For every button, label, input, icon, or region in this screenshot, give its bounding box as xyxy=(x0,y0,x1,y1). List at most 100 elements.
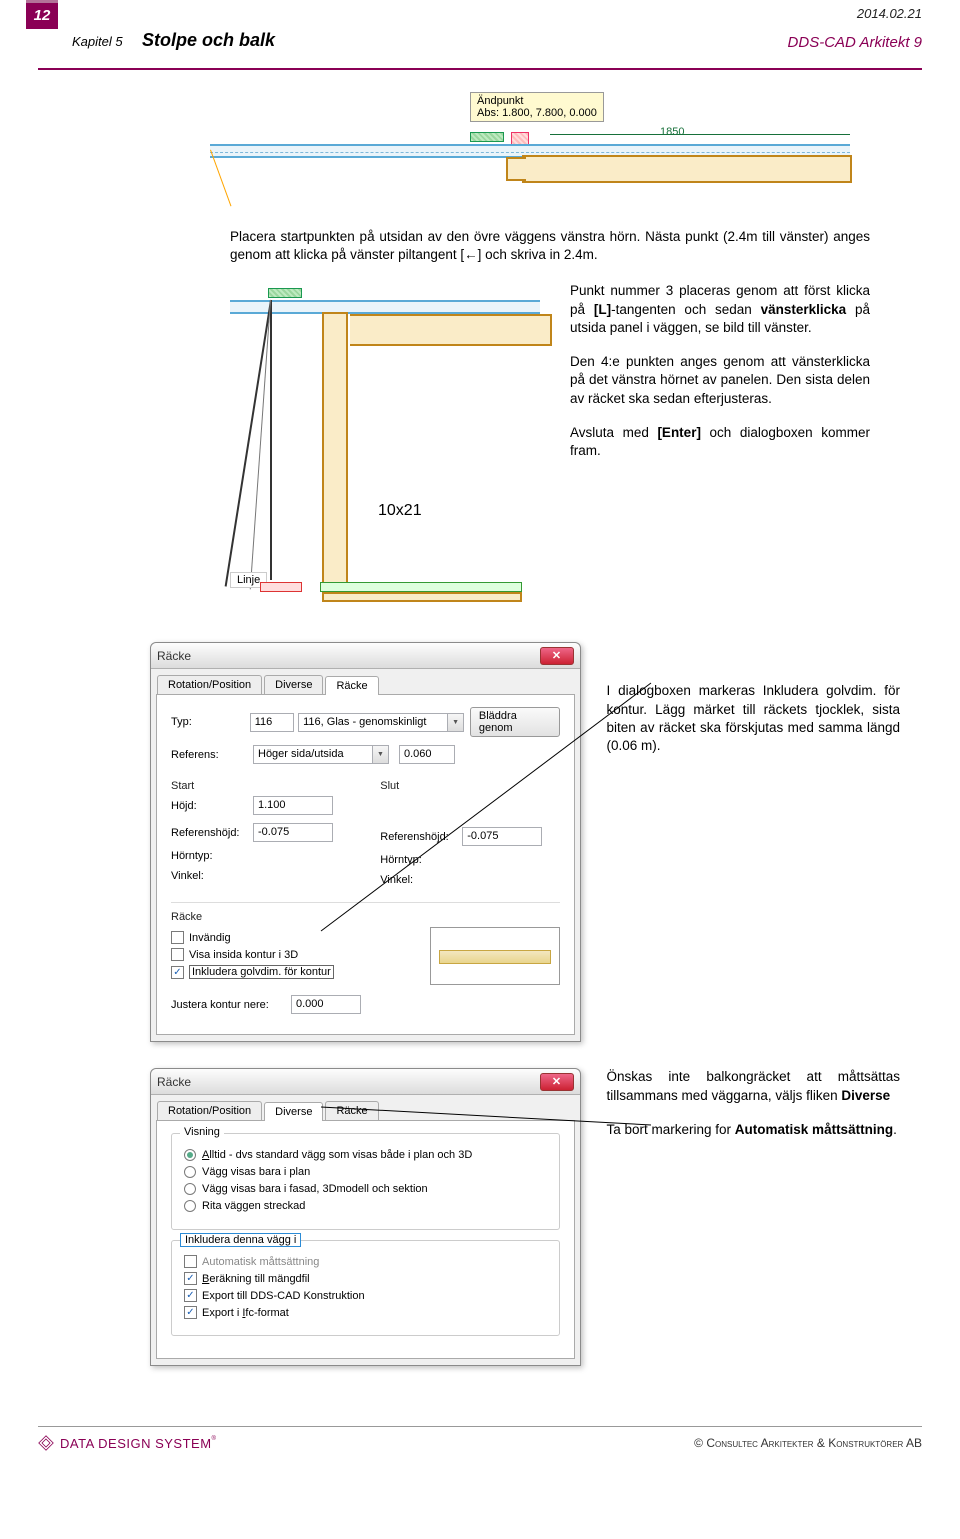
dimension-value: 1850 xyxy=(660,126,684,138)
right-p2: Den 4:e punkten anges genom att vänsterk… xyxy=(570,353,870,408)
typ-name-combo[interactable]: 116, Glas - genomskinligt ▼ xyxy=(298,713,464,732)
radio-streckad[interactable]: Rita väggen streckad xyxy=(184,1200,547,1212)
chk-inkludera-golvdim[interactable]: ✓ Inkludera golvdim. för kontur xyxy=(171,965,430,979)
diagonal-line-1 xyxy=(225,300,272,587)
chk-inkludera-label: Inkludera golvdim. för kontur xyxy=(189,965,334,979)
label-horntyp: Hörntyp: xyxy=(171,850,253,862)
checkbox-icon[interactable]: ✓ xyxy=(184,1272,197,1285)
group-inkludera-legend: Inkludera denna vägg i xyxy=(180,1233,301,1247)
refhojd2-field[interactable]: -0.075 xyxy=(462,827,542,846)
figure-2: 10x21 Linje xyxy=(230,282,540,602)
dim-line xyxy=(550,134,850,135)
group-visning-legend: Visning xyxy=(180,1126,224,1138)
group-visning: Visning AAlltid - dvs standard vägg som … xyxy=(171,1133,560,1230)
page-header: 12 Kapitel 5 Stolpe och balk 2014.02.21 … xyxy=(38,0,922,70)
browse-button[interactable]: Bläddra genom xyxy=(470,707,560,737)
checkbox-icon[interactable] xyxy=(184,1255,197,1268)
copyright: © Consultec Arkitekter & Konstruktörer A… xyxy=(694,1436,922,1450)
radio-alltid[interactable]: AAlltid - dvs standard vägg som visas bå… xyxy=(184,1149,547,1161)
label-referens: Referens: xyxy=(171,749,253,761)
dimension-label: 10x21 xyxy=(378,502,422,520)
radio-alltid-label: AAlltid - dvs standard vägg som visas bå… xyxy=(202,1149,472,1161)
dialog-racke-2: Räcke ✕ Rotation/Position Diverse Räcke … xyxy=(150,1068,581,1366)
label-vinkel: Vinkel: xyxy=(171,870,253,882)
radio-fasad[interactable]: Vägg visas bara i fasad, 3Dmodell och se… xyxy=(184,1183,547,1195)
typ-id-field[interactable]: 116 xyxy=(250,713,295,732)
dialog-racke-1: Räcke ✕ Rotation/Position Diverse Räcke … xyxy=(150,642,581,1042)
chk-export-ifc[interactable]: ✓Export i Ifc-format xyxy=(184,1306,547,1319)
label-refhojd: Referenshöjd: xyxy=(171,827,253,839)
flag-line2: Abs: 1.800, 7.800, 0.000 xyxy=(477,107,597,119)
page-footer: DATA DESIGN SYSTEM® © Consultec Arkitekt… xyxy=(38,1426,922,1451)
referens-combo[interactable]: Höger sida/utsida ▼ xyxy=(253,745,389,764)
label-refhojd-2: Referenshöjd: xyxy=(380,831,462,843)
tab2-diverse[interactable]: Diverse xyxy=(264,1102,323,1121)
tab-rotation-position[interactable]: Rotation/Position xyxy=(157,675,262,694)
dialog2-titlebar[interactable]: Räcke ✕ xyxy=(151,1069,580,1095)
checkbox-icon[interactable]: ✓ xyxy=(171,966,184,979)
dds-logo-icon xyxy=(38,1435,54,1451)
blue-wall-2 xyxy=(230,300,540,314)
page-date: 2014.02.21 xyxy=(857,6,922,21)
chk-auto-matt[interactable]: Automatisk måttsättning xyxy=(184,1255,547,1268)
chk-berakning-label: Beräkning till mängdfil xyxy=(202,1273,310,1285)
chapter-label: Kapitel 5 xyxy=(72,34,123,49)
radio-plan-label: Vägg visas bara i plan xyxy=(202,1166,310,1178)
chk-visa-insida-label: Visa insida kontur i 3D xyxy=(189,949,298,961)
radio-icon[interactable] xyxy=(184,1149,196,1161)
checkbox-icon[interactable] xyxy=(171,931,184,944)
radio-plan[interactable]: Vägg visas bara i plan xyxy=(184,1166,547,1178)
tan-bottom xyxy=(322,592,522,602)
instruction-paragraph-1: Placera startpunkten på utsidan av den ö… xyxy=(230,228,870,264)
radio-icon[interactable] xyxy=(184,1166,196,1178)
chk-invandig[interactable]: Invändig xyxy=(171,931,430,944)
chevron-down-icon[interactable]: ▼ xyxy=(373,745,389,764)
dialog-titlebar[interactable]: Räcke ✕ xyxy=(151,643,580,669)
typ-name-field[interactable]: 116, Glas - genomskinligt xyxy=(298,713,448,732)
hojd-field[interactable]: 1.100 xyxy=(253,796,333,815)
dialog2-body: Visning AAlltid - dvs standard vägg som … xyxy=(156,1120,575,1359)
product-name: DDS-CAD Arkitekt 9 xyxy=(788,34,922,51)
dds-logo: DATA DESIGN SYSTEM® xyxy=(38,1435,216,1451)
tab-racke[interactable]: Räcke xyxy=(325,676,378,695)
close-icon[interactable]: ✕ xyxy=(540,647,574,665)
vertical-line xyxy=(270,300,272,580)
chk-invandig-label: Invändig xyxy=(189,932,231,944)
chk-export-dds[interactable]: ✓Export till DDS-CAD Konstruktion xyxy=(184,1289,547,1302)
radio-streckad-label: Rita väggen streckad xyxy=(202,1200,305,1212)
chevron-down-icon[interactable]: ▼ xyxy=(448,713,464,732)
justera-field[interactable]: 0.000 xyxy=(291,995,361,1014)
dialog-body: Typ: 116 116, Glas - genomskinligt ▼ Blä… xyxy=(156,694,575,1035)
close-icon[interactable]: ✕ xyxy=(540,1073,574,1091)
checkbox-icon[interactable]: ✓ xyxy=(184,1306,197,1319)
chk-visa-insida[interactable]: Visa insida kontur i 3D xyxy=(171,948,430,961)
label-typ: Typ: xyxy=(171,716,250,728)
dialog2-title: Räcke xyxy=(157,1075,191,1089)
referens-field[interactable]: Höger sida/utsida xyxy=(253,745,373,764)
tab-diverse[interactable]: Diverse xyxy=(264,675,323,694)
checkbox-icon[interactable]: ✓ xyxy=(184,1289,197,1302)
side-text-2: Önskas inte balkongräcket att måttsättas… xyxy=(607,1068,901,1139)
label-justera: Justera kontur nere: xyxy=(171,999,291,1011)
flag-line1: Ändpunkt xyxy=(477,95,597,107)
tab2-rotation-position[interactable]: Rotation/Position xyxy=(157,1101,262,1120)
chk-berakning[interactable]: ✓ Beräkning till mängdfil xyxy=(184,1272,547,1285)
coordinate-flag: Ändpunkt Abs: 1.800, 7.800, 0.000 xyxy=(470,92,604,122)
group-inkludera: Inkludera denna vägg i Automatisk måttsä… xyxy=(171,1240,560,1336)
preview-pane xyxy=(430,927,560,985)
slut-label: Slut xyxy=(380,780,559,792)
refhojd-field[interactable]: -0.075 xyxy=(253,823,333,842)
checkbox-icon[interactable] xyxy=(171,948,184,961)
green-marker-2 xyxy=(268,288,302,298)
orange-guide xyxy=(210,150,260,200)
bottom-markers xyxy=(260,582,540,592)
radio-icon[interactable] xyxy=(184,1200,196,1212)
tab2-racke[interactable]: Räcke xyxy=(325,1101,378,1120)
side-text-1: I dialogboxen markeras Inkludera golvdim… xyxy=(607,682,901,755)
referens-value[interactable]: 0.060 xyxy=(399,745,455,764)
radio-icon[interactable] xyxy=(184,1183,196,1195)
figure-1: Ändpunkt Abs: 1.800, 7.800, 0.000 1850 xyxy=(210,90,900,210)
tan-wall xyxy=(522,155,852,183)
dialog-title: Räcke xyxy=(157,649,191,663)
right-text-column: Punkt nummer 3 placeras genom att först … xyxy=(570,282,870,602)
